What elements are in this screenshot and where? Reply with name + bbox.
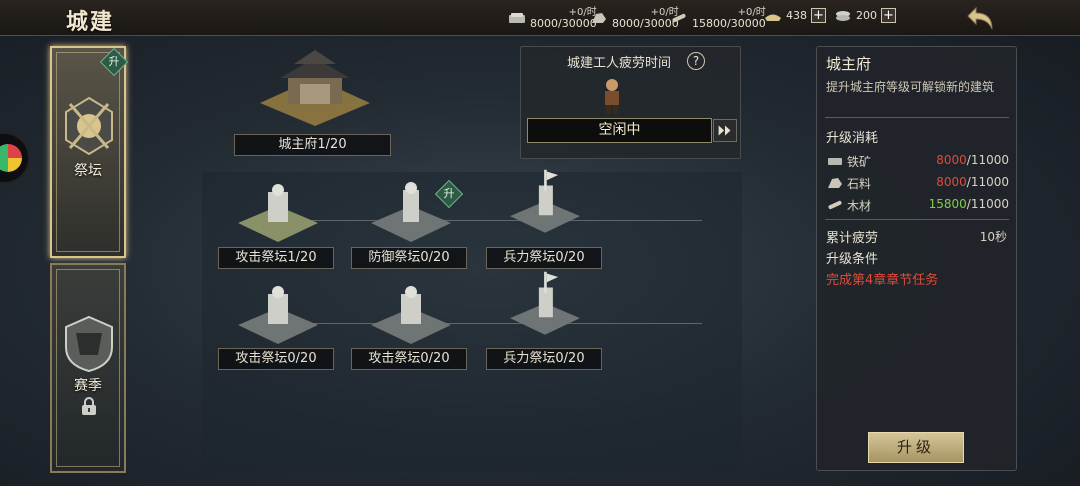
building-name: 攻击祭坛0/20 [218,348,334,370]
back-arrow-icon[interactable] [966,4,998,32]
stone-counter: +0/时 8000/30000 [590,6,679,30]
worker-fatigue-title: 城建工人疲劳时间 [566,56,671,71]
tab-altar[interactable]: 升 祭坛 [50,46,129,258]
top-bar: 城建 +0/时 8000/30000 +0/时 8000/30000 +0/时 … [0,0,1080,36]
cost-name: 石料 [847,177,872,191]
tab-season-label: 赛季 [74,378,102,394]
lord-mansion-name: 城主府1/20 [234,134,391,156]
wood-icon [672,13,686,23]
fatigue-label: 累计疲劳 [826,231,879,246]
season-shield-icon [65,315,113,373]
fast-forward-icon[interactable] [713,119,737,142]
worker-avatar-icon [605,79,619,114]
lock-icon [82,397,96,415]
troop-altar-icon[interactable] [500,270,590,340]
attack-altar-icon[interactable] [233,178,323,248]
gold-ingot-value: 438 [786,9,807,22]
cost-value: 15800/11000 [928,197,1009,211]
assistant-logo-icon [0,144,22,172]
altar-emblem-icon [65,96,113,156]
fatigue-value: 10秒 [979,230,1007,244]
info-description: 提升城主府等级可解锁新的建筑 [826,80,995,94]
attack-altar-icon[interactable] [233,280,323,350]
stone-icon [828,178,842,188]
troop-altar-icon[interactable] [500,168,590,238]
wood-counter: +0/时 15800/30000 [670,6,766,30]
cost-row-wood: 木材 15800/11000 [827,196,1009,214]
row-connector [262,323,702,324]
condition-heading: 升级条件 [826,252,879,267]
condition-text: 完成第4章章节任务 [826,273,939,288]
gold-ingot-wallet: 438 + [764,8,826,23]
worker-status: 空闲中 [527,118,712,143]
cost-name: 铁矿 [847,155,872,169]
upgrade-button[interactable]: 升级 [868,432,964,463]
cost-row-iron: 铁矿 8000/11000 [827,152,1009,170]
cost-value: 8000/11000 [936,153,1009,167]
floating-assistant-button[interactable] [0,132,30,184]
add-gold-button[interactable]: + [811,8,826,23]
building-name: 兵力祭坛0/20 [486,247,602,269]
tab-altar-label: 祭坛 [74,163,102,179]
worker-fatigue-panel: 城建工人疲劳时间 ? 空闲中 [520,46,741,159]
page-title: 城建 [66,10,115,35]
cost-row-stone: 石料 8000/11000 [827,174,1009,192]
building-name: 防御祭坛0/20 [351,247,467,269]
help-icon[interactable]: ? [687,52,705,70]
gold-ingot-icon [765,14,781,21]
silver-coin-icon [836,10,850,21]
wood-icon [828,200,842,210]
divider [825,219,1009,220]
attack-altar-icon[interactable] [366,280,456,350]
cost-value: 8000/11000 [936,175,1009,189]
wood-amount: 15800/30000 [692,17,766,30]
cost-name: 木材 [847,199,872,213]
iron-ore-icon [509,13,525,23]
iron-ore-amount: 8000/30000 [530,17,597,30]
silver-coin-wallet: 200 + [834,8,896,23]
silver-coin-value: 200 [856,9,877,22]
cost-heading: 升级消耗 [826,131,879,146]
stone-amount: 8000/30000 [612,17,679,30]
iron-ore-counter: +0/时 8000/30000 [508,6,597,30]
building-name: 攻击祭坛1/20 [218,247,334,269]
building-name: 攻击祭坛0/20 [351,348,467,370]
stone-icon [592,13,606,23]
info-title: 城主府 [826,55,872,73]
tab-season[interactable]: 赛季 [50,263,126,473]
iron-ore-icon [828,158,842,165]
lord-mansion-icon[interactable] [250,48,380,128]
row-connector [262,220,702,221]
building-name: 兵力祭坛0/20 [486,348,602,370]
building-info-panel: 城主府 提升城主府等级可解锁新的建筑 升级消耗 铁矿 8000/11000 石料… [816,46,1017,471]
divider [825,117,1009,118]
add-silver-button[interactable]: + [881,8,896,23]
